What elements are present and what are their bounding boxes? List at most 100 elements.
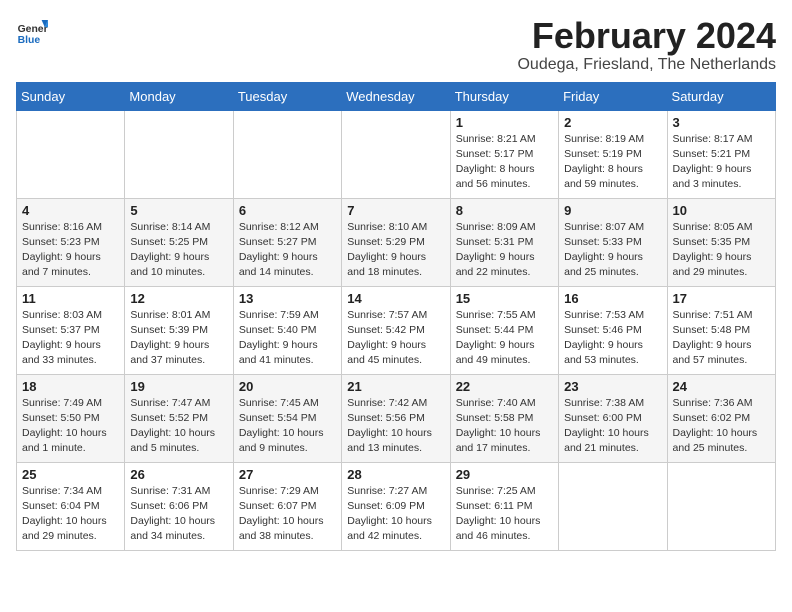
cell-info-text: Sunrise: 8:03 AM Sunset: 5:37 PM Dayligh… [22, 308, 119, 369]
weekday-header-sunday: Sunday [17, 82, 125, 110]
cell-day-number: 10 [673, 203, 770, 218]
cell-info-text: Sunrise: 7:49 AM Sunset: 5:50 PM Dayligh… [22, 396, 119, 457]
cell-day-number: 20 [239, 379, 336, 394]
cell-info-text: Sunrise: 8:10 AM Sunset: 5:29 PM Dayligh… [347, 220, 444, 281]
calendar-cell [667, 462, 775, 550]
calendar-cell [233, 110, 341, 198]
calendar-cell: 11 Sunrise: 8:03 AM Sunset: 5:37 PM Dayli… [17, 286, 125, 374]
calendar-table: SundayMondayTuesdayWednesdayThursdayFrid… [16, 82, 776, 551]
logo: General Blue [16, 16, 48, 48]
cell-day-number: 26 [130, 467, 227, 482]
cell-info-text: Sunrise: 7:42 AM Sunset: 5:56 PM Dayligh… [347, 396, 444, 457]
calendar-cell: 6 Sunrise: 8:12 AM Sunset: 5:27 PM Daylig… [233, 198, 341, 286]
calendar-cell: 25 Sunrise: 7:34 AM Sunset: 6:04 PM Dayli… [17, 462, 125, 550]
svg-text:Blue: Blue [18, 35, 41, 46]
cell-day-number: 9 [564, 203, 661, 218]
cell-info-text: Sunrise: 7:53 AM Sunset: 5:46 PM Dayligh… [564, 308, 661, 369]
calendar-cell: 10 Sunrise: 8:05 AM Sunset: 5:35 PM Dayli… [667, 198, 775, 286]
calendar-cell: 26 Sunrise: 7:31 AM Sunset: 6:06 PM Dayli… [125, 462, 233, 550]
cell-info-text: Sunrise: 7:29 AM Sunset: 6:07 PM Dayligh… [239, 484, 336, 545]
cell-info-text: Sunrise: 8:14 AM Sunset: 5:25 PM Dayligh… [130, 220, 227, 281]
cell-info-text: Sunrise: 7:31 AM Sunset: 6:06 PM Dayligh… [130, 484, 227, 545]
cell-info-text: Sunrise: 7:40 AM Sunset: 5:58 PM Dayligh… [456, 396, 553, 457]
cell-day-number: 6 [239, 203, 336, 218]
calendar-cell: 15Sunrise: 7:55 AM Sunset: 5:44 PM Dayli… [450, 286, 558, 374]
cell-day-number: 24 [673, 379, 770, 394]
calendar-week-row: 25 Sunrise: 7:34 AM Sunset: 6:04 PM Dayli… [17, 462, 776, 550]
cell-info-text: Sunrise: 8:01 AM Sunset: 5:39 PM Dayligh… [130, 308, 227, 369]
weekday-header-monday: Monday [125, 82, 233, 110]
title-block: February 2024 Oudega, Friesland, The Net… [517, 16, 776, 74]
calendar-week-row: 1 Sunrise: 8:21 AM Sunset: 5:17 PM Daylig… [17, 110, 776, 198]
cell-day-number: 7 [347, 203, 444, 218]
cell-info-text: Sunrise: 7:55 AM Sunset: 5:44 PM Dayligh… [456, 308, 553, 369]
cell-info-text: Sunrise: 8:21 AM Sunset: 5:17 PM Dayligh… [456, 132, 553, 193]
month-year-title: February 2024 [517, 16, 776, 56]
cell-day-number: 11 [22, 291, 119, 306]
cell-info-text: Sunrise: 8:12 AM Sunset: 5:27 PM Dayligh… [239, 220, 336, 281]
cell-info-text: Sunrise: 7:59 AM Sunset: 5:40 PM Dayligh… [239, 308, 336, 369]
page-header: General Blue February 2024 Oudega, Fries… [16, 16, 776, 74]
calendar-cell: 28 Sunrise: 7:27 AM Sunset: 6:09 PM Dayli… [342, 462, 450, 550]
calendar-cell: 29 Sunrise: 7:25 AM Sunset: 6:11 PM Dayli… [450, 462, 558, 550]
calendar-cell: 14Sunrise: 7:57 AM Sunset: 5:42 PM Dayli… [342, 286, 450, 374]
calendar-cell: 22 Sunrise: 7:40 AM Sunset: 5:58 PM Dayli… [450, 374, 558, 462]
cell-day-number: 29 [456, 467, 553, 482]
cell-day-number: 16 [564, 291, 661, 306]
cell-day-number: 21 [347, 379, 444, 394]
cell-info-text: Sunrise: 7:36 AM Sunset: 6:02 PM Dayligh… [673, 396, 770, 457]
cell-day-number: 12 [130, 291, 227, 306]
cell-info-text: Sunrise: 7:47 AM Sunset: 5:52 PM Dayligh… [130, 396, 227, 457]
calendar-cell [17, 110, 125, 198]
cell-info-text: Sunrise: 7:25 AM Sunset: 6:11 PM Dayligh… [456, 484, 553, 545]
cell-info-text: Sunrise: 8:19 AM Sunset: 5:19 PM Dayligh… [564, 132, 661, 193]
calendar-cell: 18 Sunrise: 7:49 AM Sunset: 5:50 PM Dayli… [17, 374, 125, 462]
cell-info-text: Sunrise: 7:34 AM Sunset: 6:04 PM Dayligh… [22, 484, 119, 545]
calendar-week-row: 11 Sunrise: 8:03 AM Sunset: 5:37 PM Dayli… [17, 286, 776, 374]
calendar-cell: 16 Sunrise: 7:53 AM Sunset: 5:46 PM Dayli… [559, 286, 667, 374]
weekday-header-wednesday: Wednesday [342, 82, 450, 110]
cell-info-text: Sunrise: 8:05 AM Sunset: 5:35 PM Dayligh… [673, 220, 770, 281]
calendar-week-row: 18 Sunrise: 7:49 AM Sunset: 5:50 PM Dayli… [17, 374, 776, 462]
calendar-cell: 20 Sunrise: 7:45 AM Sunset: 5:54 PM Dayli… [233, 374, 341, 462]
cell-info-text: Sunrise: 7:51 AM Sunset: 5:48 PM Dayligh… [673, 308, 770, 369]
calendar-cell: 13 Sunrise: 7:59 AM Sunset: 5:40 PM Dayli… [233, 286, 341, 374]
cell-day-number: 19 [130, 379, 227, 394]
calendar-cell: 1 Sunrise: 8:21 AM Sunset: 5:17 PM Daylig… [450, 110, 558, 198]
weekday-header-tuesday: Tuesday [233, 82, 341, 110]
cell-info-text: Sunrise: 8:17 AM Sunset: 5:21 PM Dayligh… [673, 132, 770, 193]
calendar-cell: 27 Sunrise: 7:29 AM Sunset: 6:07 PM Dayli… [233, 462, 341, 550]
cell-info-text: Sunrise: 8:16 AM Sunset: 5:23 PM Dayligh… [22, 220, 119, 281]
cell-day-number: 1 [456, 115, 553, 130]
cell-day-number: 22 [456, 379, 553, 394]
calendar-cell: 17 Sunrise: 7:51 AM Sunset: 5:48 PM Dayli… [667, 286, 775, 374]
cell-day-number: 17 [673, 291, 770, 306]
calendar-cell: 9 Sunrise: 8:07 AM Sunset: 5:33 PM Daylig… [559, 198, 667, 286]
cell-info-text: Sunrise: 7:45 AM Sunset: 5:54 PM Dayligh… [239, 396, 336, 457]
weekday-header-saturday: Saturday [667, 82, 775, 110]
cell-info-text: Sunrise: 7:57 AM Sunset: 5:42 PM Dayligh… [347, 308, 444, 369]
calendar-cell: 7 Sunrise: 8:10 AM Sunset: 5:29 PM Daylig… [342, 198, 450, 286]
cell-day-number: 5 [130, 203, 227, 218]
calendar-cell: 2 Sunrise: 8:19 AM Sunset: 5:19 PM Daylig… [559, 110, 667, 198]
weekday-header-row: SundayMondayTuesdayWednesdayThursdayFrid… [17, 82, 776, 110]
calendar-cell: 19 Sunrise: 7:47 AM Sunset: 5:52 PM Dayli… [125, 374, 233, 462]
cell-info-text: Sunrise: 8:09 AM Sunset: 5:31 PM Dayligh… [456, 220, 553, 281]
weekday-header-thursday: Thursday [450, 82, 558, 110]
cell-info-text: Sunrise: 7:38 AM Sunset: 6:00 PM Dayligh… [564, 396, 661, 457]
cell-day-number: 2 [564, 115, 661, 130]
cell-day-number: 13 [239, 291, 336, 306]
calendar-cell [342, 110, 450, 198]
cell-info-text: Sunrise: 8:07 AM Sunset: 5:33 PM Dayligh… [564, 220, 661, 281]
cell-day-number: 25 [22, 467, 119, 482]
svg-text:General: General [18, 24, 48, 35]
cell-day-number: 27 [239, 467, 336, 482]
cell-day-number: 23 [564, 379, 661, 394]
calendar-cell [125, 110, 233, 198]
cell-info-text: Sunrise: 7:27 AM Sunset: 6:09 PM Dayligh… [347, 484, 444, 545]
cell-day-number: 8 [456, 203, 553, 218]
calendar-cell: 4Sunrise: 8:16 AM Sunset: 5:23 PM Daylig… [17, 198, 125, 286]
location-subtitle: Oudega, Friesland, The Netherlands [517, 56, 776, 74]
cell-day-number: 28 [347, 467, 444, 482]
cell-day-number: 18 [22, 379, 119, 394]
